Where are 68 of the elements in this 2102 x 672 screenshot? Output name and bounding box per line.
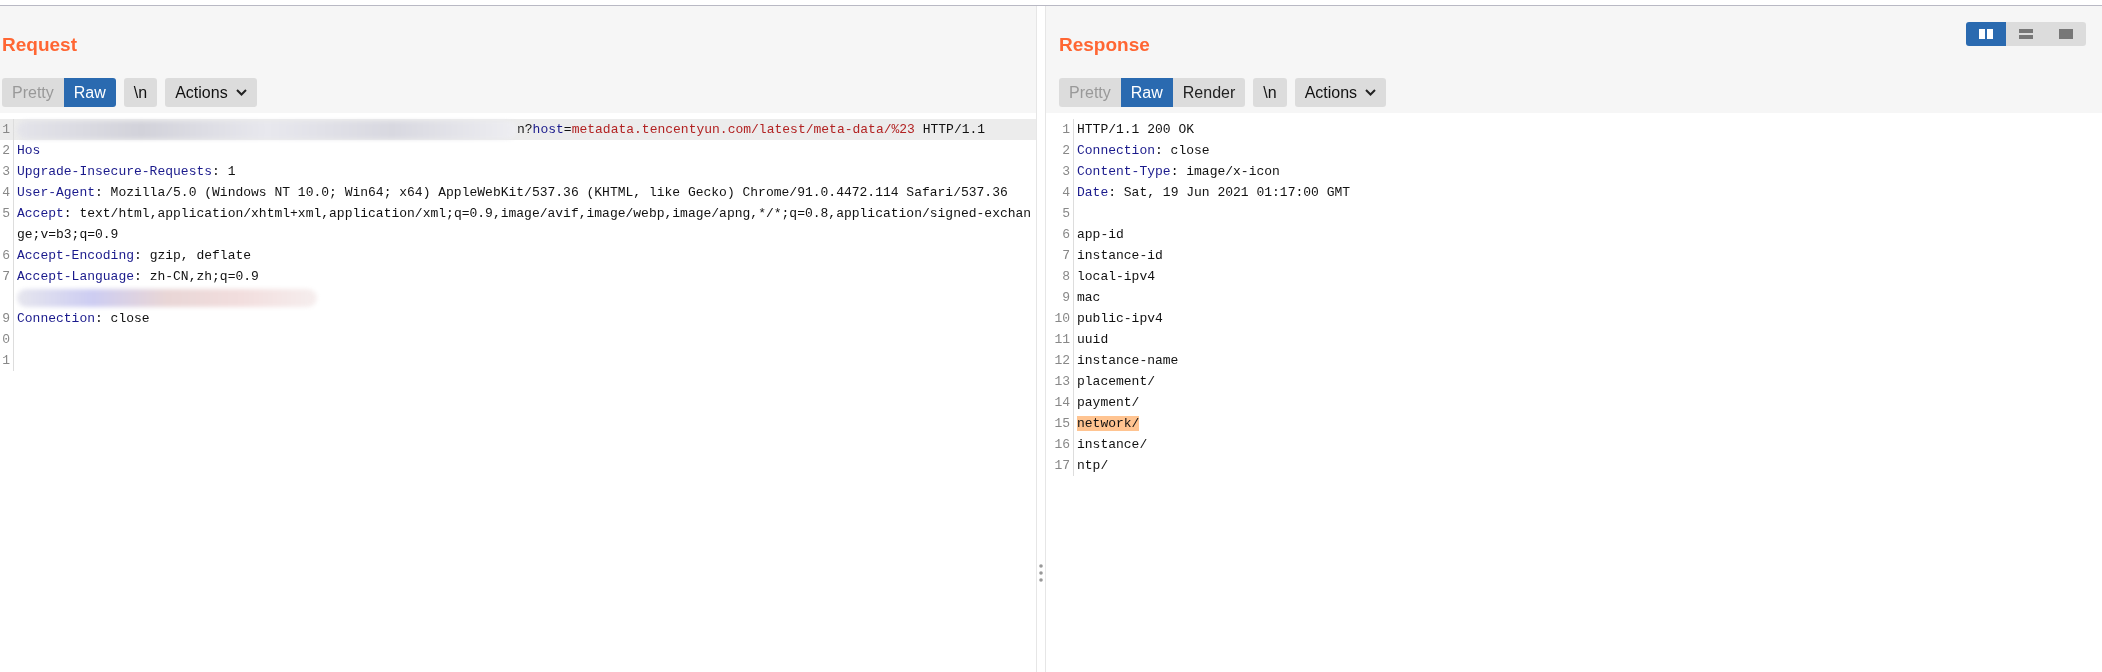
line-number: 3 [0,161,14,182]
line-number: 11 [1046,329,1074,350]
stacked-layout-icon [2019,29,2033,39]
view-tab[interactable]: Raw [63,78,116,107]
line-number: 5 [1046,203,1074,224]
code-line: Accept: text/html,application/xhtml+xml,application/xml;q=0.9,image/avif,image/webp,image/apng,*/*;q=0.8,application/signed-exchange;v=b3;q=0.9 [17,206,1032,242]
code-line: instance/ [1077,437,1148,452]
line-number: 14 [1046,392,1074,413]
code-line: Content-Type: image/x-icon [1077,164,1280,179]
layout-button[interactable] [2046,22,2086,46]
line-number: 4 [1046,182,1074,203]
code-line: app-id [1077,227,1124,242]
line-number: 7 [0,266,14,287]
line-number: 1 [0,350,14,371]
code-line: mac [1077,290,1101,305]
line-number: 10 [1046,308,1074,329]
code-line: uuid [1077,332,1109,347]
code-line: HTTP/1.1 200 OK [1077,122,1195,137]
chevron-down-icon [1365,89,1377,96]
line-number: 8 [1046,266,1074,287]
line-number: 0 [0,329,14,350]
line-number: 16 [1046,434,1074,455]
line-number: 6 [0,245,14,266]
newline-toggle-button[interactable]: \n [1253,78,1287,107]
layout-button[interactable] [1966,22,2006,46]
code-line: Hos [17,143,41,158]
code-line: Connection: close [1077,143,1210,158]
line-number: 9 [1046,287,1074,308]
code-line: instance-id [1077,248,1163,263]
line-number: 12 [1046,350,1074,371]
line-number: 6 [1046,224,1074,245]
code-line: Upgrade-Insecure-Requests: 1 [17,164,236,179]
panel-title: Request [2,34,77,56]
code-line: instance-name [1077,353,1179,368]
view-tab[interactable]: Raw [1120,78,1173,107]
line-number: 1 [1046,119,1074,140]
code-line: Date: Sat, 19 Jun 2021 01:17:00 GMT [1077,185,1351,200]
code-line: public-ipv4 [1077,311,1163,326]
newline-toggle-button[interactable]: \n [123,78,158,107]
code-line: ntp/ [1077,458,1109,473]
line-number: 9 [0,308,14,329]
code-line: local-ipv4 [1077,269,1155,284]
single-pane-layout-icon [2059,29,2073,39]
line-number: 7 [1046,245,1074,266]
line-number: 1 [0,119,14,140]
chevron-down-icon [235,89,247,96]
actions-button[interactable]: Actions [1294,78,1387,107]
code-line: Accept-Language: zh-CN,zh;q=0.9 [17,269,259,284]
view-tab[interactable]: Render [1172,78,1246,107]
line-number: 2 [1046,140,1074,161]
code-line: Accept-Encoding: gzip, deflate [17,248,252,263]
code-line: User-Agent: Mozilla/5.0 (Windows NT 10.0; Win64; x64) AppleWebKit/537.36 (KHTML, like Gecko) Chrome/91.0.4472.114 Safari/537.36 [17,185,1008,200]
code-line: placement/ [1077,374,1155,389]
line-number: 2 [0,140,14,161]
line-number: 5 [0,203,14,245]
line-number: 15 [1046,413,1074,434]
code-line: n?host=metadata.tencentyun.com/latest/meta-data/%23 HTTP/1.1 [517,122,986,137]
actions-button[interactable]: Actions [165,78,257,107]
panel-title: Response [1059,34,1150,56]
side-by-side-layout-icon [1979,29,1993,39]
line-number: 4 [0,182,14,203]
code-line: payment/ [1077,395,1140,410]
code-line: Connection: close [17,311,150,326]
drag-handle-icon[interactable] [1039,564,1043,582]
line-number: 17 [1046,455,1074,476]
line-number: 3 [1046,161,1074,182]
line-number: 13 [1046,371,1074,392]
layout-button[interactable] [2006,22,2046,46]
